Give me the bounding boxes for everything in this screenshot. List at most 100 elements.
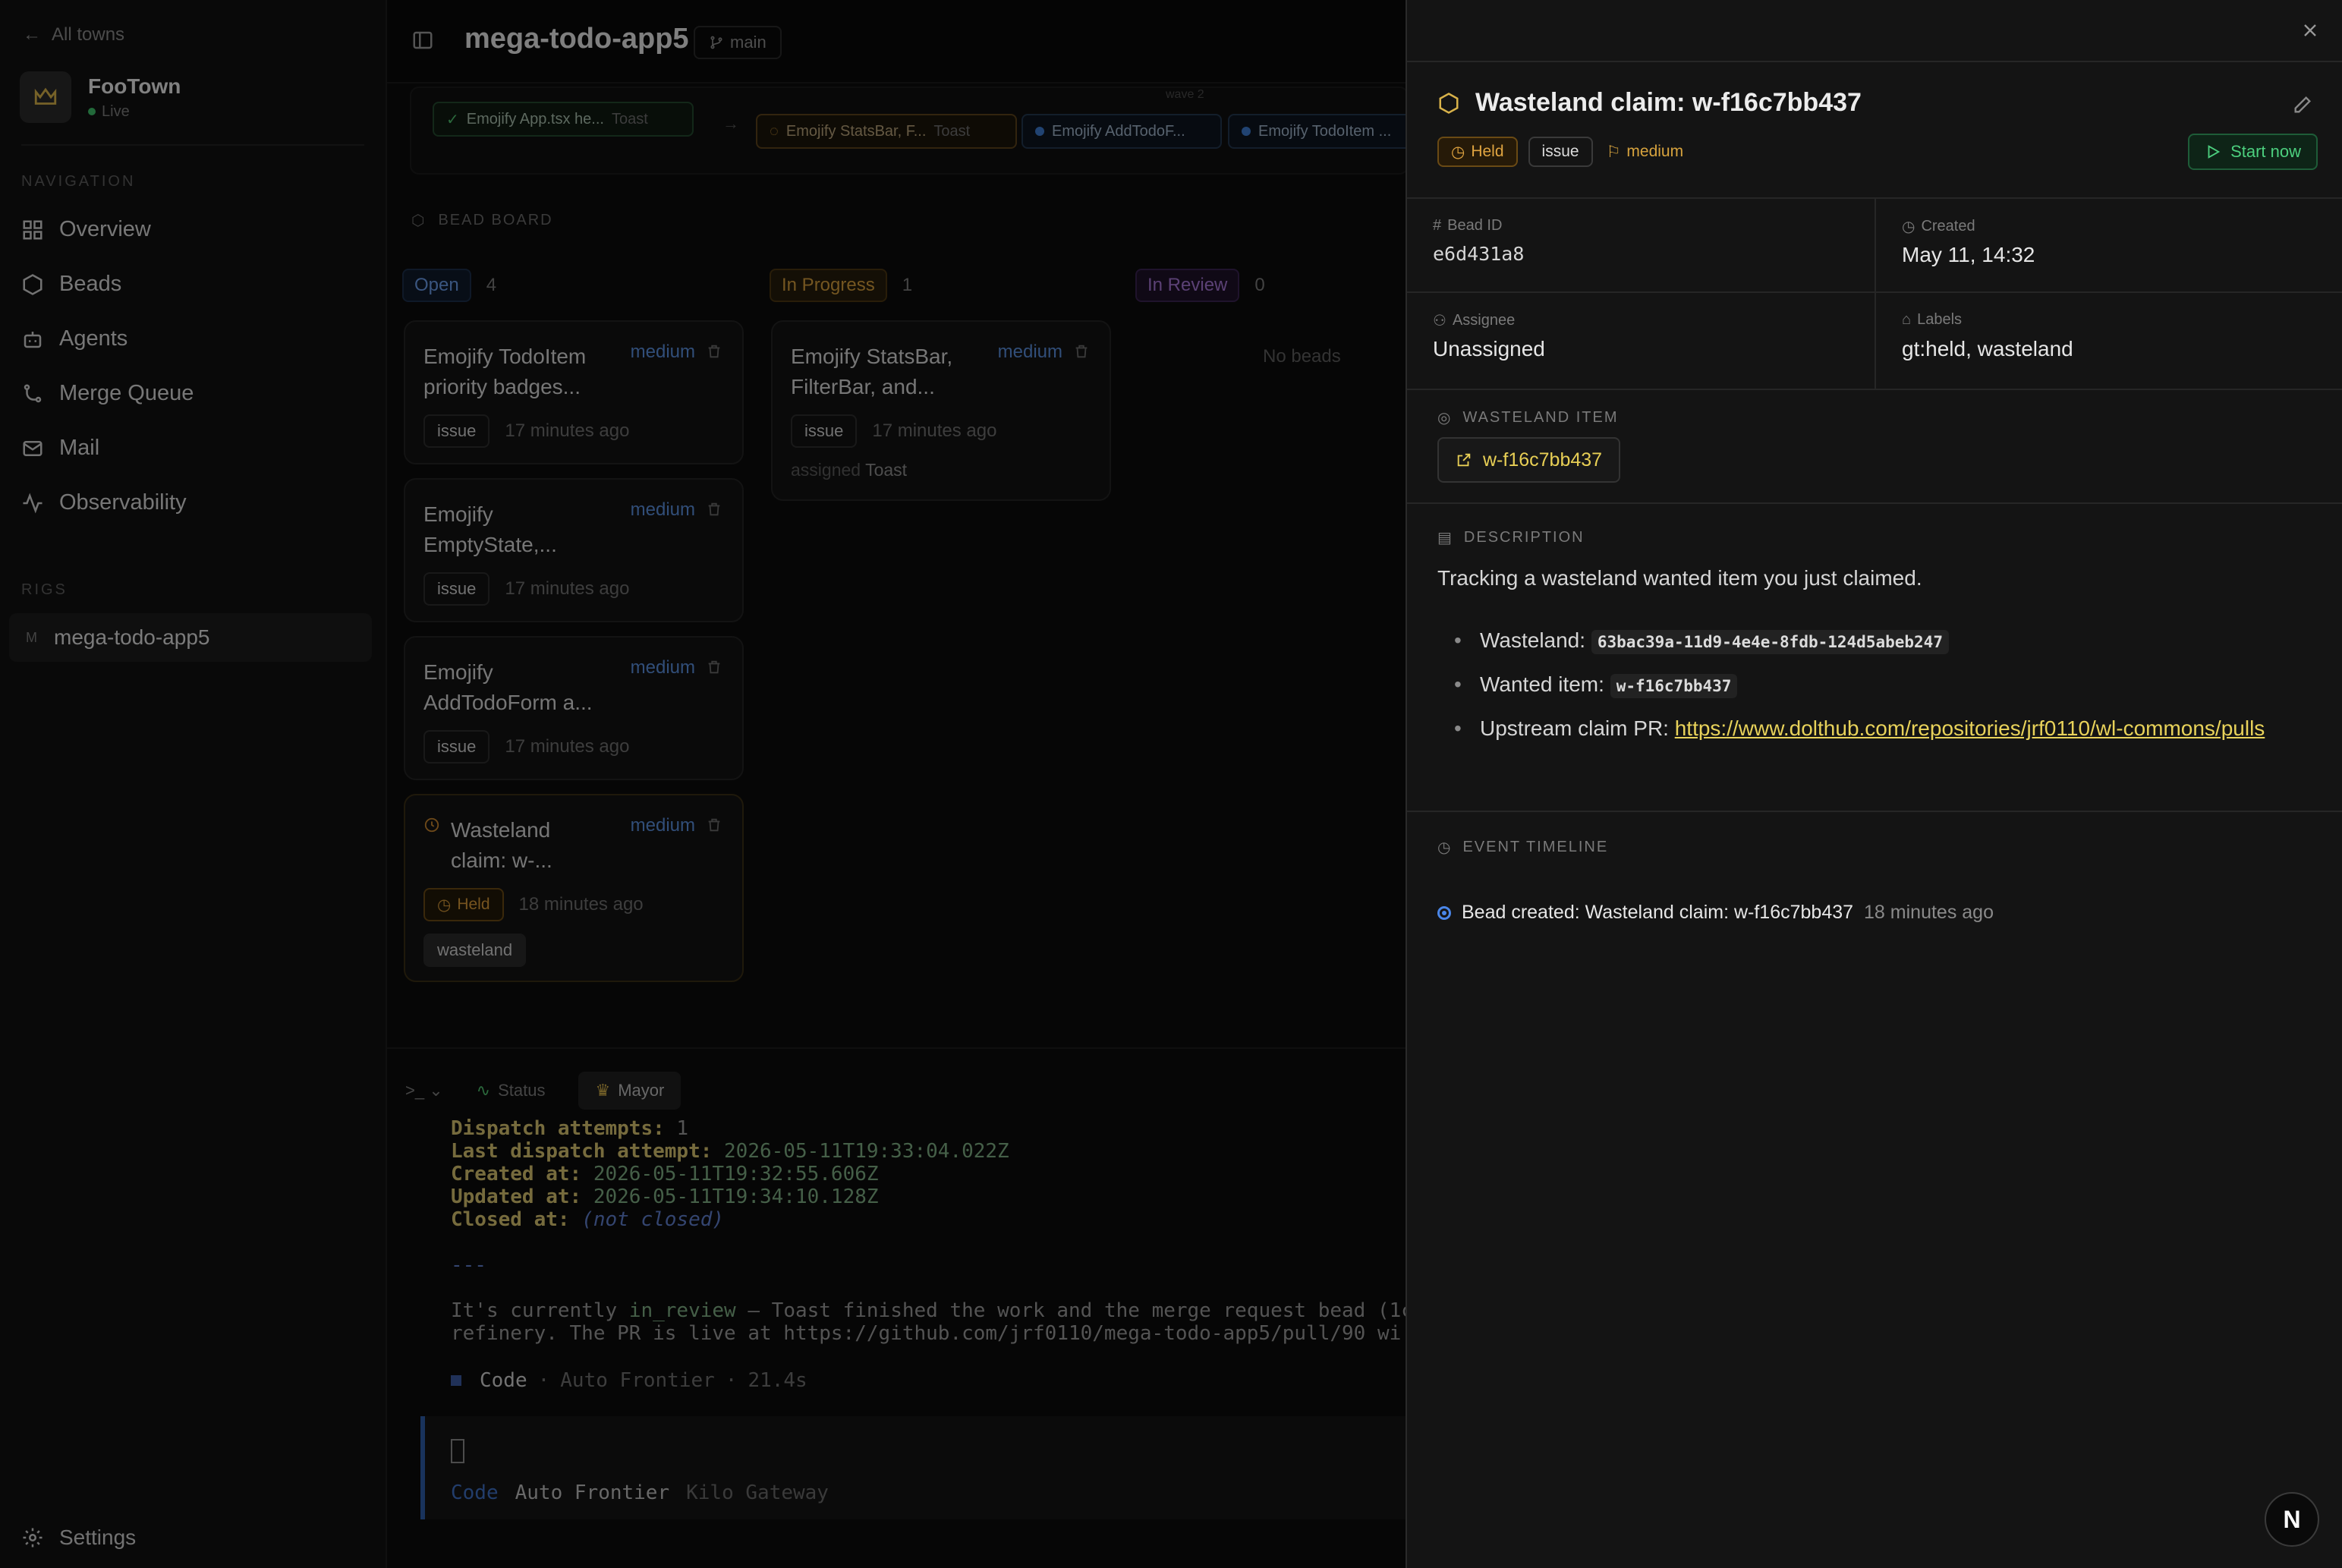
pencil-icon[interactable] xyxy=(2292,94,2313,119)
section-title: EVENT TIMELINE xyxy=(1462,839,1609,855)
upstream-pr-link[interactable]: https://www.dolthub.com/repositories/jrf… xyxy=(1675,716,2265,740)
clock-icon: ◷ xyxy=(1437,839,1453,856)
tab-label: Status xyxy=(498,1081,546,1100)
held-tag: ◷ Held xyxy=(423,888,504,921)
clock-icon xyxy=(423,817,440,837)
arrow-right-icon: → xyxy=(722,114,739,133)
branch-badge: main xyxy=(694,26,782,59)
n-logo-button[interactable]: N xyxy=(2265,1492,2319,1547)
nav-item-mail[interactable]: Mail xyxy=(21,436,99,461)
start-now-label: Start now xyxy=(2230,142,2301,161)
n-logo-letter: N xyxy=(2283,1505,2301,1533)
card-meta: issue 17 minutes ago xyxy=(423,414,629,448)
mail-icon xyxy=(23,440,42,456)
terminal-output: Dispatch attempts: 1 Last dispatch attemp… xyxy=(451,1117,1406,1345)
terminal-icon[interactable]: >_ ⌄ xyxy=(405,1081,443,1100)
term-code: in_review xyxy=(628,1299,736,1322)
convoy-chip[interactable]: Emojify AddTodoF... xyxy=(1021,114,1222,149)
column-label: Open xyxy=(402,269,471,302)
card-meta: ◷ Held 18 minutes ago xyxy=(423,888,644,921)
card-time: 18 minutes ago xyxy=(518,894,644,915)
column-label: In Progress xyxy=(770,269,887,302)
nav-item-merge-queue[interactable]: Merge Queue xyxy=(21,381,194,406)
nav-label: Agents xyxy=(59,326,128,351)
trash-icon[interactable] xyxy=(706,501,722,521)
model-label[interactable]: Auto Frontier xyxy=(515,1481,670,1504)
sidebar: ← All towns FooTown Live NAVIGATION Over… xyxy=(0,0,387,1568)
term-key: Created at: xyxy=(451,1163,582,1185)
card-meta: issue 17 minutes ago xyxy=(791,414,996,448)
list-item: Wasteland: 63bac39a-11d9-4e4e-8fdb-124d5… xyxy=(1437,622,2310,660)
convoy-chip[interactable]: ✓ Emojify App.tsx he... Toast xyxy=(433,102,694,137)
assignee-value: Unassigned xyxy=(1433,337,1545,361)
column-header-in-review: In Review 0 xyxy=(1135,269,1265,302)
terminal-divider xyxy=(387,1047,1406,1049)
bead-card-held[interactable]: Wasteland claim: w-... medium ◷ Held 18 m… xyxy=(404,794,744,982)
detail-title: Wasteland claim: w-f16c7bb437 xyxy=(1437,88,1862,118)
bead-card[interactable]: Emojify TodoItem priority badges... medi… xyxy=(404,320,744,464)
chat-input[interactable]: Code Auto Frontier Kilo Gateway xyxy=(420,1416,1406,1519)
nav-label: Merge Queue xyxy=(59,381,194,405)
bead-id-value: e6d431a8 xyxy=(1433,243,1525,265)
mode-label[interactable]: Code xyxy=(451,1481,499,1504)
flag-icon: ⚐ xyxy=(1606,143,1621,161)
term-value: 2026-05-11T19:33:04.022Z xyxy=(724,1140,1009,1163)
assignee-name: Toast xyxy=(865,460,908,480)
compass-icon: ◎ xyxy=(1437,410,1453,427)
trash-icon[interactable] xyxy=(706,659,722,679)
nav-item-observability[interactable]: Observability xyxy=(21,490,187,515)
bead-card[interactable]: Emojify EmptyState,... medium issue 17 m… xyxy=(404,478,744,622)
section-title: WASTELAND ITEM xyxy=(1462,409,1619,426)
event-text: Bead created: Wasteland claim: w-f16c7bb… xyxy=(1462,902,1854,923)
term-text: refinery. The PR is live at https://gith… xyxy=(451,1322,1402,1345)
created-label: ◷ Created xyxy=(1902,217,1975,236)
bullet-label: Wanted item: xyxy=(1480,672,1610,696)
nav-item-overview[interactable]: Overview xyxy=(21,217,151,242)
nav-item-agents[interactable]: Agents xyxy=(21,326,127,351)
wasteland-item-link[interactable]: w-f16c7bb437 xyxy=(1437,437,1621,483)
held-badge: ◷ Held xyxy=(1437,137,1518,167)
hash-icon: # xyxy=(1433,217,1442,234)
term-key: Dispatch attempts: xyxy=(451,1117,665,1140)
card-title: Emojify TodoItem priority badges... xyxy=(423,345,587,398)
term-value: 2026-05-11T19:34:10.128Z xyxy=(593,1185,879,1208)
card-priority: medium xyxy=(630,499,695,520)
code-square-icon xyxy=(451,1375,461,1386)
card-title: Emojify AddTodoForm a... xyxy=(423,660,593,714)
card-title: Emojify StatsBar, FilterBar, and... xyxy=(791,345,953,398)
type-tag: issue xyxy=(423,572,490,606)
sidebar-toggle-icon[interactable] xyxy=(411,29,434,55)
card-meta: issue 17 minutes ago xyxy=(423,730,629,764)
branch-label: main xyxy=(730,33,767,52)
description-text: Tracking a wasteland wanted item you jus… xyxy=(1437,566,1922,590)
term-text: — Toast finished the work and the merge … xyxy=(735,1299,1406,1322)
tab-mayor[interactable]: ♛ Mayor xyxy=(578,1072,682,1110)
bullet-label: Upstream claim PR: xyxy=(1480,716,1675,740)
arrow-left-icon: ← xyxy=(23,24,41,45)
trash-icon[interactable] xyxy=(706,817,722,837)
hexagon-icon xyxy=(23,273,42,295)
check-circle-icon: ✓ xyxy=(446,111,459,128)
nav-item-beads[interactable]: Beads xyxy=(21,272,121,297)
trash-icon[interactable] xyxy=(706,343,722,364)
all-towns-link[interactable]: ← All towns xyxy=(23,24,124,46)
bead-detail-panel: Wasteland claim: w-f16c7bb437 ◷ Held issu… xyxy=(1406,0,2342,1568)
held-label: Held xyxy=(1471,143,1504,160)
bead-card[interactable]: Emojify StatsBar, FilterBar, and... medi… xyxy=(771,320,1111,501)
card-priority: medium xyxy=(997,342,1062,362)
wasteland-item-heading: ◎ WASTELAND ITEM xyxy=(1437,408,1619,427)
town-header[interactable]: FooTown Live xyxy=(20,71,181,123)
tab-status[interactable]: ∿ Status xyxy=(460,1072,562,1110)
rig-item-mega-todo-app5[interactable]: M mega-todo-app5 xyxy=(9,613,372,662)
close-icon[interactable] xyxy=(2300,20,2321,45)
clock-icon: ◷ xyxy=(437,896,452,914)
bead-card[interactable]: Emojify AddTodoForm a... medium issue 17… xyxy=(404,636,744,780)
settings-link[interactable]: Settings xyxy=(21,1525,136,1550)
chip-label: Emojify TodoItem ... xyxy=(1258,122,1392,140)
start-now-button[interactable]: Start now xyxy=(2188,134,2318,170)
tab-label: Mayor xyxy=(618,1081,665,1100)
trash-icon[interactable] xyxy=(1073,343,1090,364)
convoy-chip[interactable]: ◌ Emojify StatsBar, F... Toast xyxy=(756,114,1017,149)
convoy-chip[interactable]: Emojify TodoItem ... xyxy=(1228,114,1407,149)
text-cursor xyxy=(451,1439,464,1463)
